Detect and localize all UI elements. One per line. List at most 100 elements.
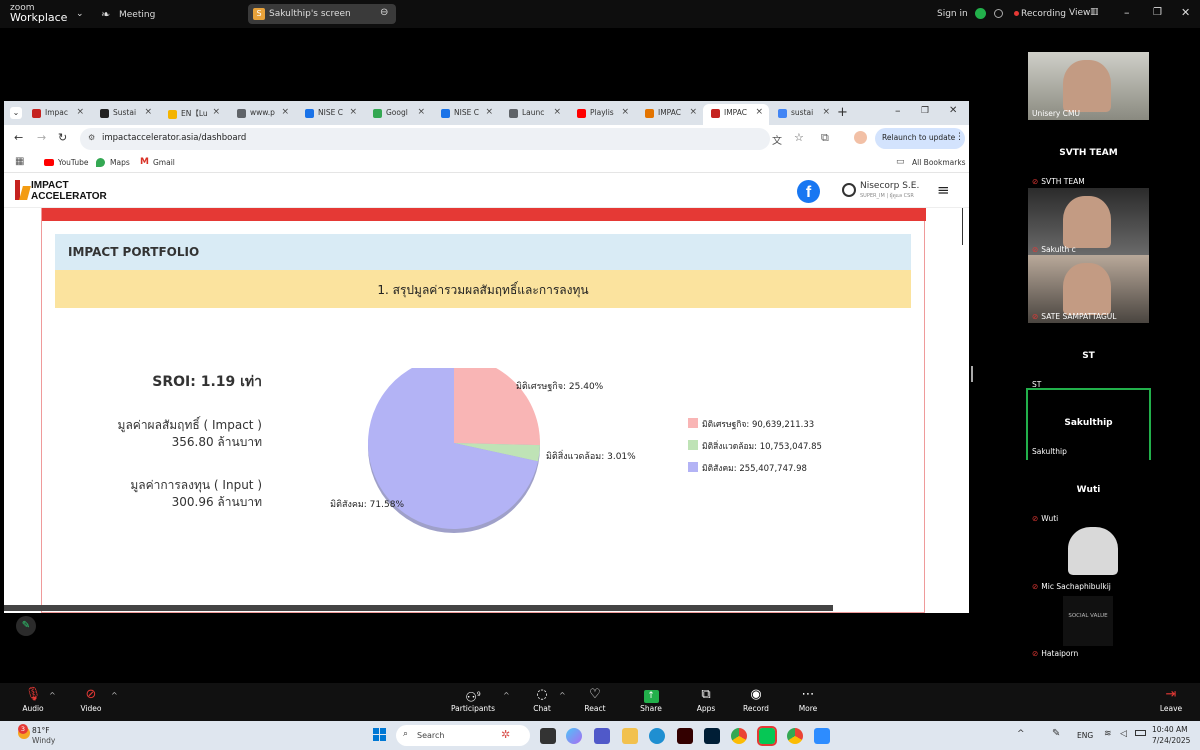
translate-icon[interactable]: 文 (772, 132, 782, 147)
file-explorer-icon[interactable] (622, 728, 638, 744)
browser-tab[interactable]: IMPAC × (637, 104, 703, 125)
tab-close-icon[interactable]: × (417, 107, 425, 117)
participant-tile[interactable]: SOCIAL VALUE ⊘ Hataiporn (1028, 592, 1149, 660)
tab-close-icon[interactable]: × (349, 107, 357, 117)
url-bar[interactable]: ⚙ impactaccelerator.asia/dashboard 文 ☆ (80, 128, 804, 150)
participant-tile[interactable]: ST ST (1028, 323, 1149, 391)
react-button[interactable]: ♡ React (582, 686, 608, 713)
browser-tab[interactable]: Sustai × (92, 104, 158, 125)
weather-condition[interactable]: Windy (32, 736, 55, 745)
chat-options-icon[interactable]: ^ (559, 691, 566, 700)
tab-close-icon[interactable]: × (621, 107, 629, 117)
video-options-icon[interactable]: ^ (111, 691, 118, 700)
site-info-icon[interactable]: ⚙ (88, 133, 95, 142)
view-button[interactable]: View (1069, 8, 1090, 18)
illustrator-icon[interactable] (677, 728, 693, 744)
share-indicator[interactable]: S Sakulthip's screen ⊖ (248, 4, 396, 24)
browser-tab[interactable]: www.p × (229, 104, 295, 125)
meeting-button[interactable]: Meeting (119, 10, 155, 20)
chevron-down-icon[interactable]: ⌄ (76, 9, 84, 19)
tab-close-icon[interactable]: × (485, 107, 493, 117)
photoshop-icon[interactable] (704, 728, 720, 744)
wifi-icon[interactable]: ≋ (1104, 729, 1112, 739)
participant-tile[interactable]: SVTH TEAM ⊘ SVTH TEAM (1028, 120, 1149, 188)
browser-tab[interactable]: NISE C × (297, 104, 363, 125)
browser-tab[interactable]: Playlis × (569, 104, 635, 125)
hamburger-menu-icon[interactable]: ≡ (937, 181, 950, 199)
browser-minimize-icon[interactable]: – (895, 104, 901, 117)
url-text[interactable]: impactaccelerator.asia/dashboard (102, 133, 246, 143)
tab-search-icon[interactable]: ⌄ (10, 107, 22, 119)
zoom-app-icon[interactable] (814, 728, 830, 744)
participant-tile[interactable]: ⊘ Mic Sachaphibulkij (1028, 525, 1149, 593)
browser-tab[interactable]: NISE C × (433, 104, 499, 125)
kebab-menu-icon[interactable]: ⋮ (955, 132, 964, 142)
more-button[interactable]: ⋯ More (795, 686, 821, 713)
pen-tray-icon[interactable]: ✎ (1052, 728, 1060, 739)
teams-icon[interactable] (594, 728, 610, 744)
browser-restore-icon[interactable]: ❐ (921, 106, 929, 116)
bookmark-youtube[interactable]: YouTube (58, 158, 89, 167)
pie-slice[interactable] (454, 368, 540, 446)
bookmark-gmail[interactable]: Gmail (153, 158, 175, 167)
more-options-icon[interactable]: ⊖ (380, 7, 388, 18)
browser-tab[interactable]: Googl × (365, 104, 431, 125)
clock-time[interactable]: 10:40 AM (1152, 725, 1188, 734)
back-icon[interactable]: ← (14, 131, 23, 144)
participant-tile[interactable]: Unisery CMU (1028, 52, 1149, 120)
profile-avatar[interactable] (854, 131, 867, 144)
browser-tab[interactable]: Launc × (501, 104, 567, 125)
battery-icon[interactable] (1135, 730, 1146, 736)
tray-chevron-icon[interactable]: ^ (1017, 729, 1025, 739)
apps-grid-icon[interactable]: ▦ (15, 156, 24, 167)
annotate-pencil-icon[interactable]: ✎ (16, 616, 36, 636)
sign-in-button[interactable]: Sign in (937, 9, 968, 19)
participant-tile[interactable]: Sakulthip Sakulthip (1026, 388, 1151, 460)
audio-options-icon[interactable]: ^ (49, 691, 56, 700)
panel-resize-handle[interactable] (971, 366, 973, 382)
relaunch-button[interactable]: Relaunch to update ⋮ (875, 128, 965, 149)
horizontal-scrollbar[interactable] (4, 605, 833, 611)
bookmark-maps[interactable]: Maps (110, 158, 130, 167)
clock-date[interactable]: 7/24/2025 (1152, 736, 1190, 745)
video-button[interactable]: ⊘ Video (78, 686, 104, 713)
browser-tab[interactable]: EN【Lu × (160, 104, 226, 125)
language-indicator[interactable]: ENG (1077, 731, 1093, 740)
weather-temp[interactable]: 81°F (32, 726, 50, 735)
audio-button[interactable]: 🎙 Audio (20, 686, 46, 713)
restore-icon[interactable]: ❐ (1153, 7, 1162, 18)
share-button[interactable]: ↑ Share (637, 686, 665, 713)
edge-icon[interactable] (649, 728, 665, 744)
reload-icon[interactable]: ↻ (58, 131, 67, 144)
tab-close-icon[interactable]: × (755, 107, 763, 117)
facebook-icon[interactable]: f (797, 180, 820, 203)
new-tab-icon[interactable]: + (837, 105, 848, 120)
close-icon[interactable]: ✕ (1181, 6, 1190, 19)
tab-close-icon[interactable]: × (822, 107, 830, 117)
user-name[interactable]: Nisecorp S.E. (860, 181, 919, 191)
chat-button[interactable]: ◌ Chat (530, 686, 554, 713)
windows-start-icon[interactable] (373, 728, 387, 742)
browser-close-icon[interactable]: ✕ (949, 105, 957, 116)
extensions-icon[interactable]: ⧉ (821, 131, 829, 145)
tab-close-icon[interactable]: × (144, 107, 152, 117)
page-scroll-thumb[interactable] (962, 208, 963, 245)
participant-tile[interactable]: Wuti ⊘ Wuti (1028, 457, 1149, 525)
tab-close-icon[interactable]: × (281, 107, 289, 117)
participants-options-icon[interactable]: ^ (503, 691, 510, 700)
chrome-icon[interactable] (731, 728, 747, 744)
task-view-icon[interactable] (540, 728, 556, 744)
apps-button[interactable]: ⧉ Apps (693, 686, 719, 713)
recording-status[interactable]: Recording (1021, 9, 1066, 19)
tab-close-icon[interactable]: × (553, 107, 561, 117)
tab-close-icon[interactable]: × (212, 107, 220, 117)
participant-tile[interactable]: ⊘ Sakulth c (1028, 188, 1149, 256)
browser-tab[interactable]: sustai × (770, 104, 836, 125)
chrome-profile-icon[interactable] (787, 728, 803, 744)
browser-tab[interactable]: Impac × (24, 104, 90, 125)
participants-button[interactable]: ⚇9 Participants (450, 686, 496, 713)
taskbar-search-box[interactable]: ⌕ Search ✲ (396, 725, 530, 746)
bookmark-star-icon[interactable]: ☆ (794, 131, 804, 144)
line-app-icon[interactable] (757, 726, 777, 746)
minimize-icon[interactable]: – (1124, 6, 1130, 19)
